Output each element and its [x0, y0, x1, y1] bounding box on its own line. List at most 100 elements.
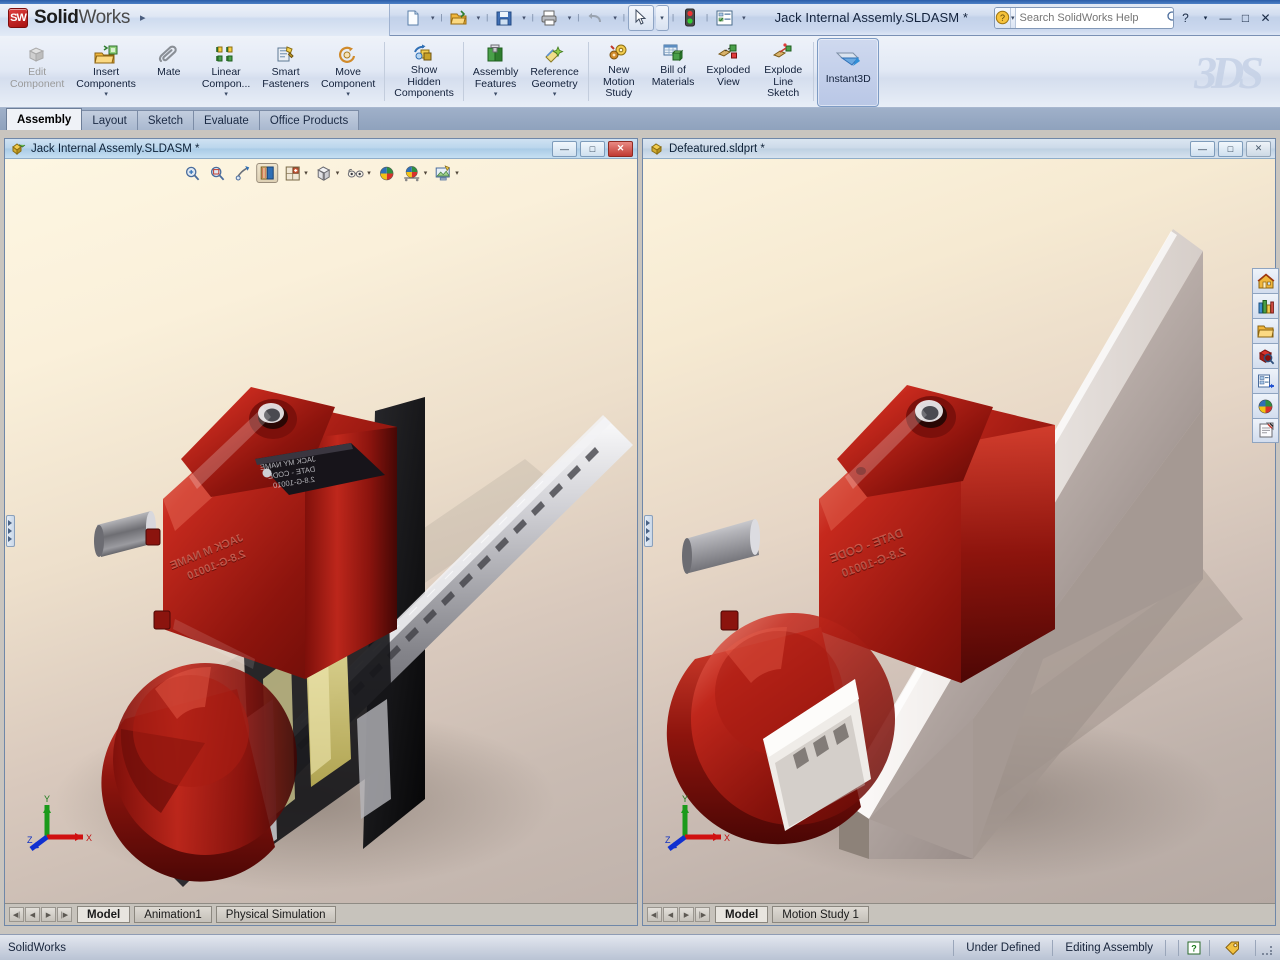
tab-sketch[interactable]: Sketch [136, 110, 195, 130]
cmd-exploded-view[interactable]: Exploded View [700, 38, 756, 107]
zoom-to-fit-icon[interactable] [181, 163, 203, 183]
first-tab-button[interactable]: ◀| [9, 907, 24, 922]
view-palette-icon[interactable] [1252, 368, 1279, 393]
part-close-button[interactable]: ✕ [1246, 140, 1271, 157]
display-style-caret[interactable]: ▾ [336, 169, 340, 177]
sheet-tab-model[interactable]: Model [715, 906, 769, 923]
last-tab-button[interactable]: |▶ [57, 907, 72, 922]
section-view-icon[interactable] [256, 163, 279, 183]
custom-properties-icon[interactable] [1252, 418, 1279, 443]
help-search-input[interactable] [1015, 11, 1166, 24]
cmd-move-component-caret[interactable]: ▾ [346, 90, 350, 98]
file-explorer-icon[interactable] [1252, 318, 1279, 343]
restore-window-button[interactable]: □ [1237, 9, 1254, 26]
cmd-smart-fasteners[interactable]: Smart Fasteners [256, 38, 315, 107]
assembly-window[interactable]: Jack Internal Assemly.SLDASM * — □ ✕ ▾ ▾… [4, 138, 638, 926]
status-tag-icon[interactable] [1209, 939, 1256, 956]
undo-caret[interactable]: ▾ [610, 14, 620, 22]
part-viewport[interactable]: DATE - CODE 2.8-G-10010 DATE - CODE 2.8-… [643, 159, 1275, 903]
assembly-viewport[interactable]: ▾ ▾ ▾ ▾ ▾ JACK MY NAME DATE - CODE 2.8-G… [5, 159, 637, 903]
assembly-minimize-button[interactable]: — [552, 140, 577, 157]
status-help-icon[interactable]: ? [1178, 939, 1209, 956]
print-document-caret[interactable]: ▾ [565, 14, 575, 22]
select-tool-caret[interactable]: ▾ [655, 4, 669, 31]
save-document-caret[interactable]: ▾ [519, 14, 529, 22]
close-window-button[interactable]: ✕ [1257, 9, 1274, 26]
cmd-bill-of-materials[interactable]: Bill of Materials [646, 38, 701, 107]
cmd-reference-geometry[interactable]: Reference Geometry ▾ [524, 38, 584, 107]
cmd-linear-component-pattern[interactable]: Linear Compon... ▾ [196, 38, 256, 107]
hide-show-items-caret[interactable]: ▾ [367, 169, 371, 177]
cmd-assembly-features-caret[interactable]: ▾ [494, 90, 498, 98]
prev-tab-button[interactable]: ◀ [663, 907, 678, 922]
view-orientation-icon[interactable] [281, 163, 303, 183]
save-document-button[interactable] [491, 5, 517, 31]
cmd-edit-component[interactable]: Edit Component [4, 38, 70, 107]
solidworks-resources-icon[interactable] [1252, 268, 1279, 293]
view-orientation-caret[interactable]: ▾ [304, 169, 308, 177]
help-button[interactable]: ? [1177, 9, 1194, 26]
minimize-window-button[interactable]: — [1217, 9, 1234, 26]
cmd-explode-line-sketch[interactable]: Explode Line Sketch [756, 38, 810, 107]
design-library-icon[interactable] [1252, 293, 1279, 318]
last-tab-button[interactable]: |▶ [695, 907, 710, 922]
tab-evaluate[interactable]: Evaluate [193, 110, 260, 130]
part-minimize-button[interactable]: — [1190, 140, 1215, 157]
apply-scene-icon[interactable] [401, 163, 423, 183]
tab-assembly[interactable]: Assembly [6, 108, 83, 130]
cmd-instant3d[interactable]: Instant3D [817, 38, 880, 107]
view-settings-icon[interactable] [432, 163, 454, 183]
main-menu-expander[interactable]: ▸ [140, 11, 146, 24]
sheet-tab-model[interactable]: Model [77, 906, 131, 923]
help-search-box[interactable]: ? ▾ [994, 6, 1174, 29]
apply-scene-caret[interactable]: ▾ [424, 169, 428, 177]
help-menu-caret[interactable]: ▾ [1197, 9, 1214, 26]
sheet-tab-physical-simulation[interactable]: Physical Simulation [215, 906, 336, 923]
prev-tab-button[interactable]: ◀ [25, 907, 40, 922]
open-document-caret[interactable]: ▾ [474, 14, 484, 22]
feature-tree-splitter-right[interactable] [643, 159, 653, 903]
assembly-close-button[interactable]: ✕ [608, 140, 633, 157]
cmd-move-component[interactable]: Move Component ▾ [315, 38, 381, 107]
print-document-button[interactable] [537, 5, 563, 31]
display-style-icon[interactable] [313, 163, 335, 183]
cmd-insert-components-caret[interactable]: ▾ [104, 90, 108, 98]
tab-layout[interactable]: Layout [81, 110, 138, 130]
sheet-tab-animation1[interactable]: Animation1 [134, 906, 212, 923]
search-icon[interactable] [1252, 343, 1279, 368]
new-document-caret[interactable]: ▾ [428, 14, 438, 22]
cmd-show-hidden-components[interactable]: Show Hidden Components [388, 38, 460, 107]
hide-show-items-icon[interactable] [344, 163, 366, 183]
cmd-assembly-features[interactable]: Assembly Features ▾ [467, 38, 525, 107]
splitter-grip[interactable] [643, 515, 653, 547]
cmd-linear-component-pattern-caret[interactable]: ▾ [224, 90, 228, 98]
cmd-mate[interactable]: Mate [142, 38, 196, 107]
cmd-insert-components[interactable]: Insert Components ▾ [70, 38, 142, 107]
undo-button[interactable] [582, 5, 608, 31]
part-maximize-button[interactable]: □ [1218, 140, 1243, 157]
cmd-reference-geometry-caret[interactable]: ▾ [553, 90, 557, 98]
appearances-scenes-icon[interactable] [1252, 393, 1279, 418]
sheet-tab-motion-study-1[interactable]: Motion Study 1 [772, 906, 869, 923]
cmd-new-motion-study[interactable]: New Motion Study [592, 38, 646, 107]
next-tab-button[interactable]: ▶ [41, 907, 56, 922]
next-tab-button[interactable]: ▶ [679, 907, 694, 922]
feature-tree-splitter-left[interactable] [5, 159, 15, 903]
assembly-maximize-button[interactable]: □ [580, 140, 605, 157]
view-settings-caret[interactable]: ▾ [455, 169, 459, 177]
resize-grip[interactable] [1261, 941, 1275, 955]
options-button[interactable] [711, 5, 737, 31]
select-tool-button[interactable] [627, 4, 654, 31]
part-window[interactable]: Defeatured.sldprt * — □ ✕ DATE - CODE 2.… [642, 138, 1276, 926]
open-document-button[interactable] [446, 5, 472, 31]
zoom-to-area-icon[interactable] [206, 163, 228, 183]
first-tab-button[interactable]: ◀| [647, 907, 662, 922]
tab-office-products[interactable]: Office Products [258, 110, 360, 130]
previous-view-icon[interactable] [231, 163, 253, 183]
splitter-grip[interactable] [5, 515, 15, 547]
edit-appearance-icon[interactable] [376, 163, 398, 183]
rebuild-button[interactable] [677, 5, 703, 31]
new-document-button[interactable] [400, 5, 426, 31]
search-icon[interactable] [1166, 10, 1173, 25]
options-caret[interactable]: ▾ [739, 14, 749, 22]
